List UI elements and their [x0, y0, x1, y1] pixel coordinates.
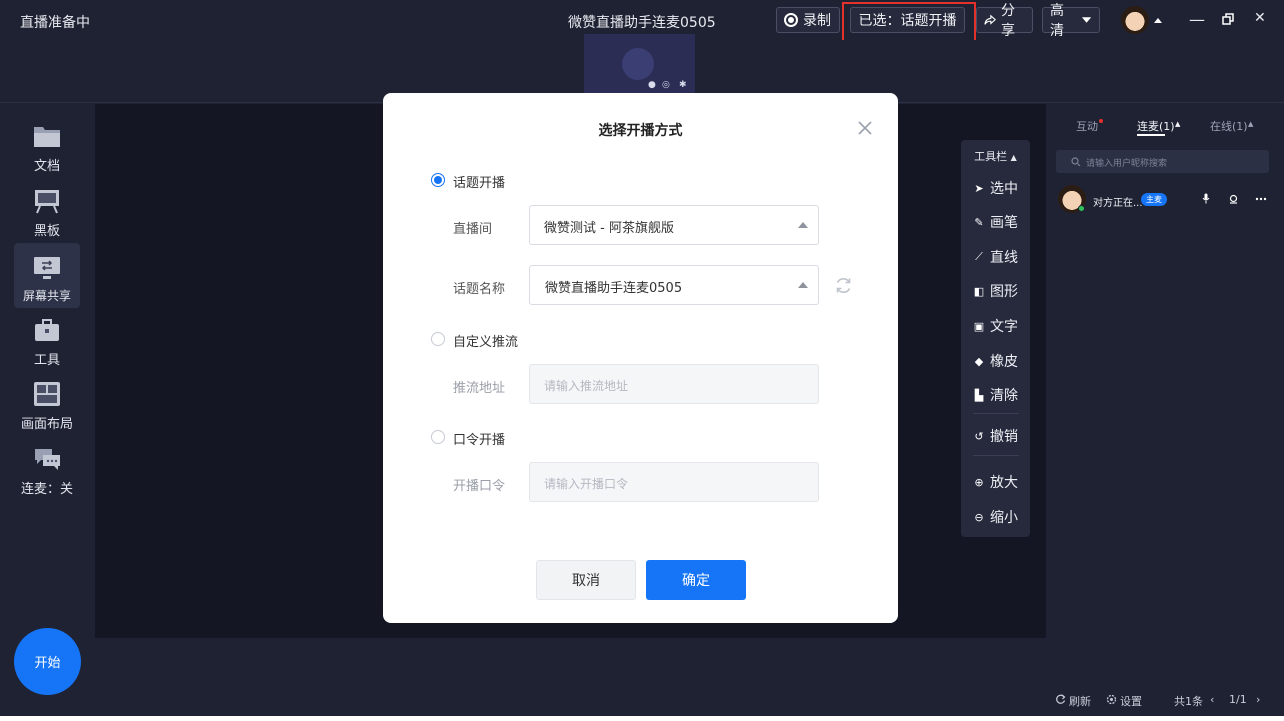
- dialog-title: 选择开播方式: [598, 123, 683, 139]
- password-label: 开播口令: [453, 479, 506, 494]
- option-custom-label[interactable]: 自定义推流: [453, 331, 518, 350]
- room-select[interactable]: 微赞测试 - 阿茶旗舰版: [529, 205, 819, 245]
- broadcast-mode-dialog: 选择开播方式 话题开播 直播间 微赞测试 - 阿茶旗舰版 话题名称 微赞直播助手…: [383, 93, 898, 623]
- radio-password[interactable]: [431, 430, 445, 444]
- password-placeholder: 请输入开播口令: [544, 477, 629, 491]
- radio-topic[interactable]: [431, 173, 445, 187]
- room-value: 微赞测试 - 阿茶旗舰版: [544, 221, 674, 236]
- option-topic-label[interactable]: 话题开播: [453, 172, 505, 191]
- option-password-label[interactable]: 口令开播: [453, 429, 505, 448]
- room-label: 直播间: [453, 222, 493, 237]
- caret-up-icon: [798, 222, 808, 228]
- password-input[interactable]: 请输入开播口令: [529, 462, 819, 502]
- close-icon[interactable]: [858, 121, 872, 135]
- refresh-icon[interactable]: [834, 276, 853, 295]
- radio-custom-push[interactable]: [431, 332, 445, 346]
- confirm-button[interactable]: 确定: [646, 560, 746, 600]
- app-window: 直播准备中 微赞直播助手连麦0505 录制 已选：话题开播 分享 高清 — ✕: [0, 0, 1284, 716]
- push-url-label: 推流地址: [453, 381, 506, 396]
- topic-select[interactable]: 微赞直播助手连麦0505: [529, 265, 819, 305]
- push-url-input[interactable]: 请输入推流地址: [529, 364, 819, 404]
- caret-up-icon: [798, 282, 808, 288]
- topic-name-label: 话题名称: [453, 282, 506, 297]
- push-url-placeholder: 请输入推流地址: [544, 379, 629, 393]
- cancel-button[interactable]: 取消: [536, 560, 636, 600]
- topic-value: 微赞直播助手连麦0505: [545, 281, 683, 296]
